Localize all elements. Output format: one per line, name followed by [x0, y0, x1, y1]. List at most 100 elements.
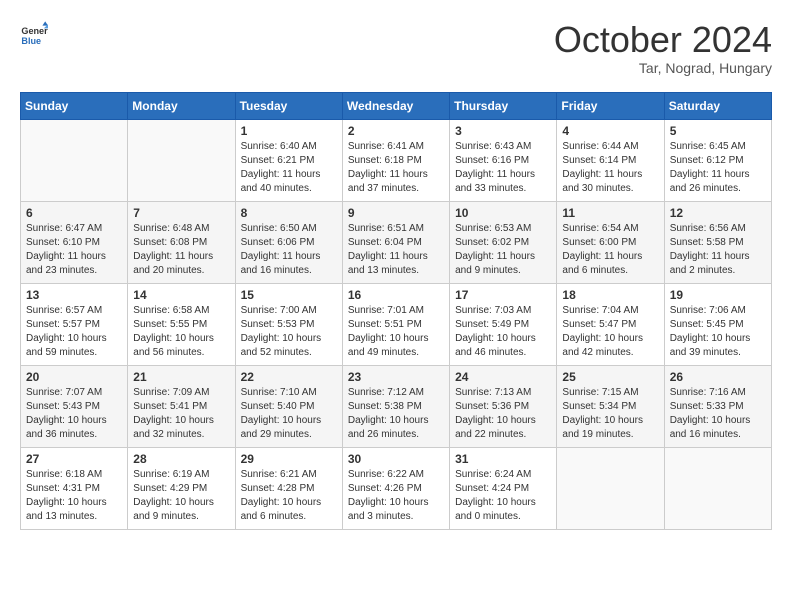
day-number: 21 [133, 370, 229, 384]
day-number: 5 [670, 124, 766, 138]
calendar-cell: 23Sunrise: 7:12 AM Sunset: 5:38 PM Dayli… [342, 365, 449, 447]
day-detail: Sunrise: 6:58 AM Sunset: 5:55 PM Dayligh… [133, 304, 229, 360]
day-detail: Sunrise: 7:15 AM Sunset: 5:34 PM Dayligh… [562, 386, 658, 442]
calendar-cell: 2 Sunrise: 6:41 AM Sunset: 6:18 PM Daylig… [342, 119, 449, 201]
calendar-cell: 26Sunrise: 7:16 AM Sunset: 5:33 PM Dayli… [664, 365, 771, 447]
day-detail: Sunrise: 6:54 AM Sunset: 6:00 PM Dayligh… [562, 222, 658, 278]
day-number: 9 [348, 206, 444, 220]
calendar-cell: 28 Sunrise: 6:19 AM Sunset: 4:29 PM Dayli… [128, 447, 235, 529]
calendar-table: SundayMondayTuesdayWednesdayThursdayFrid… [20, 92, 772, 530]
day-detail: Sunrise: 6:19 AM Sunset: 4:29 PM Dayligh… [133, 468, 229, 524]
calendar-cell: 15 Sunrise: 7:00 AM Sunset: 5:53 PM Dayli… [235, 283, 342, 365]
calendar-cell [664, 447, 771, 529]
svg-text:Blue: Blue [21, 36, 41, 46]
day-number: 8 [241, 206, 337, 220]
day-number: 15 [241, 288, 337, 302]
calendar-cell: 17Sunrise: 7:03 AM Sunset: 5:49 PM Dayli… [450, 283, 557, 365]
day-number: 27 [26, 452, 122, 466]
weekday-header-row: SundayMondayTuesdayWednesdayThursdayFrid… [21, 92, 772, 119]
day-number: 31 [455, 452, 551, 466]
calendar-cell: 11 Sunrise: 6:54 AM Sunset: 6:00 PM Dayli… [557, 201, 664, 283]
day-detail: Sunrise: 7:10 AM Sunset: 5:40 PM Dayligh… [241, 386, 337, 442]
weekday-header-wednesday: Wednesday [342, 92, 449, 119]
calendar-cell: 12Sunrise: 6:56 AM Sunset: 5:58 PM Dayli… [664, 201, 771, 283]
day-number: 13 [26, 288, 122, 302]
calendar-cell: 22 Sunrise: 7:10 AM Sunset: 5:40 PM Dayli… [235, 365, 342, 447]
weekday-header-tuesday: Tuesday [235, 92, 342, 119]
calendar-cell: 4 Sunrise: 6:44 AM Sunset: 6:14 PM Daylig… [557, 119, 664, 201]
day-detail: Sunrise: 6:57 AM Sunset: 5:57 PM Dayligh… [26, 304, 122, 360]
calendar-row-0: 1 Sunrise: 6:40 AM Sunset: 6:21 PM Daylig… [21, 119, 772, 201]
day-number: 2 [348, 124, 444, 138]
day-detail: Sunrise: 7:07 AM Sunset: 5:43 PM Dayligh… [26, 386, 122, 442]
day-detail: Sunrise: 6:45 AM Sunset: 6:12 PM Dayligh… [670, 140, 766, 196]
weekday-header-friday: Friday [557, 92, 664, 119]
day-detail: Sunrise: 6:44 AM Sunset: 6:14 PM Dayligh… [562, 140, 658, 196]
day-detail: Sunrise: 6:43 AM Sunset: 6:16 PM Dayligh… [455, 140, 551, 196]
day-number: 4 [562, 124, 658, 138]
calendar-cell: 5 Sunrise: 6:45 AM Sunset: 6:12 PM Daylig… [664, 119, 771, 201]
day-number: 1 [241, 124, 337, 138]
day-number: 25 [562, 370, 658, 384]
logo-icon: General Blue [20, 20, 48, 48]
calendar-cell: 29 Sunrise: 6:21 AM Sunset: 4:28 PM Dayli… [235, 447, 342, 529]
day-detail: Sunrise: 6:47 AM Sunset: 6:10 PM Dayligh… [26, 222, 122, 278]
day-detail: Sunrise: 7:12 AM Sunset: 5:38 PM Dayligh… [348, 386, 444, 442]
day-number: 6 [26, 206, 122, 220]
calendar-cell: 24 Sunrise: 7:13 AM Sunset: 5:36 PM Dayli… [450, 365, 557, 447]
calendar-row-4: 27 Sunrise: 6:18 AM Sunset: 4:31 PM Dayli… [21, 447, 772, 529]
calendar-row-2: 13 Sunrise: 6:57 AM Sunset: 5:57 PM Dayli… [21, 283, 772, 365]
calendar-cell: 1 Sunrise: 6:40 AM Sunset: 6:21 PM Daylig… [235, 119, 342, 201]
day-number: 28 [133, 452, 229, 466]
calendar-cell [128, 119, 235, 201]
calendar-cell: 9 Sunrise: 6:51 AM Sunset: 6:04 PM Daylig… [342, 201, 449, 283]
day-number: 22 [241, 370, 337, 384]
day-detail: Sunrise: 7:09 AM Sunset: 5:41 PM Dayligh… [133, 386, 229, 442]
calendar-cell: 18 Sunrise: 7:04 AM Sunset: 5:47 PM Dayli… [557, 283, 664, 365]
calendar-cell: 30 Sunrise: 6:22 AM Sunset: 4:26 PM Dayli… [342, 447, 449, 529]
day-detail: Sunrise: 7:03 AM Sunset: 5:49 PM Dayligh… [455, 304, 551, 360]
weekday-header-thursday: Thursday [450, 92, 557, 119]
day-number: 16 [348, 288, 444, 302]
calendar-cell: 27 Sunrise: 6:18 AM Sunset: 4:31 PM Dayli… [21, 447, 128, 529]
calendar-cell: 6 Sunrise: 6:47 AM Sunset: 6:10 PM Daylig… [21, 201, 128, 283]
day-detail: Sunrise: 7:04 AM Sunset: 5:47 PM Dayligh… [562, 304, 658, 360]
day-detail: Sunrise: 6:48 AM Sunset: 6:08 PM Dayligh… [133, 222, 229, 278]
calendar-cell: 25 Sunrise: 7:15 AM Sunset: 5:34 PM Dayli… [557, 365, 664, 447]
day-detail: Sunrise: 6:22 AM Sunset: 4:26 PM Dayligh… [348, 468, 444, 524]
day-number: 10 [455, 206, 551, 220]
day-detail: Sunrise: 6:18 AM Sunset: 4:31 PM Dayligh… [26, 468, 122, 524]
day-number: 24 [455, 370, 551, 384]
day-detail: Sunrise: 6:51 AM Sunset: 6:04 PM Dayligh… [348, 222, 444, 278]
day-detail: Sunrise: 6:40 AM Sunset: 6:21 PM Dayligh… [241, 140, 337, 196]
day-number: 3 [455, 124, 551, 138]
day-detail: Sunrise: 7:13 AM Sunset: 5:36 PM Dayligh… [455, 386, 551, 442]
page-header: General Blue October 2024 Tar, Nograd, H… [20, 20, 772, 76]
day-number: 20 [26, 370, 122, 384]
day-number: 18 [562, 288, 658, 302]
month-title: October 2024 [554, 20, 772, 60]
calendar-cell: 31Sunrise: 6:24 AM Sunset: 4:24 PM Dayli… [450, 447, 557, 529]
day-number: 30 [348, 452, 444, 466]
day-detail: Sunrise: 7:01 AM Sunset: 5:51 PM Dayligh… [348, 304, 444, 360]
calendar-cell: 14Sunrise: 6:58 AM Sunset: 5:55 PM Dayli… [128, 283, 235, 365]
day-detail: Sunrise: 7:06 AM Sunset: 5:45 PM Dayligh… [670, 304, 766, 360]
title-block: October 2024 Tar, Nograd, Hungary [554, 20, 772, 76]
day-detail: Sunrise: 6:41 AM Sunset: 6:18 PM Dayligh… [348, 140, 444, 196]
day-number: 11 [562, 206, 658, 220]
calendar-cell [557, 447, 664, 529]
location-title: Tar, Nograd, Hungary [554, 60, 772, 76]
weekday-header-sunday: Sunday [21, 92, 128, 119]
day-number: 29 [241, 452, 337, 466]
calendar-cell: 10Sunrise: 6:53 AM Sunset: 6:02 PM Dayli… [450, 201, 557, 283]
day-detail: Sunrise: 6:21 AM Sunset: 4:28 PM Dayligh… [241, 468, 337, 524]
day-number: 12 [670, 206, 766, 220]
calendar-cell: 16 Sunrise: 7:01 AM Sunset: 5:51 PM Dayli… [342, 283, 449, 365]
calendar-cell: 21 Sunrise: 7:09 AM Sunset: 5:41 PM Dayli… [128, 365, 235, 447]
calendar-cell: 3 Sunrise: 6:43 AM Sunset: 6:16 PM Daylig… [450, 119, 557, 201]
day-detail: Sunrise: 7:16 AM Sunset: 5:33 PM Dayligh… [670, 386, 766, 442]
calendar-row-1: 6 Sunrise: 6:47 AM Sunset: 6:10 PM Daylig… [21, 201, 772, 283]
calendar-cell [21, 119, 128, 201]
day-detail: Sunrise: 7:00 AM Sunset: 5:53 PM Dayligh… [241, 304, 337, 360]
calendar-cell: 20 Sunrise: 7:07 AM Sunset: 5:43 PM Dayli… [21, 365, 128, 447]
